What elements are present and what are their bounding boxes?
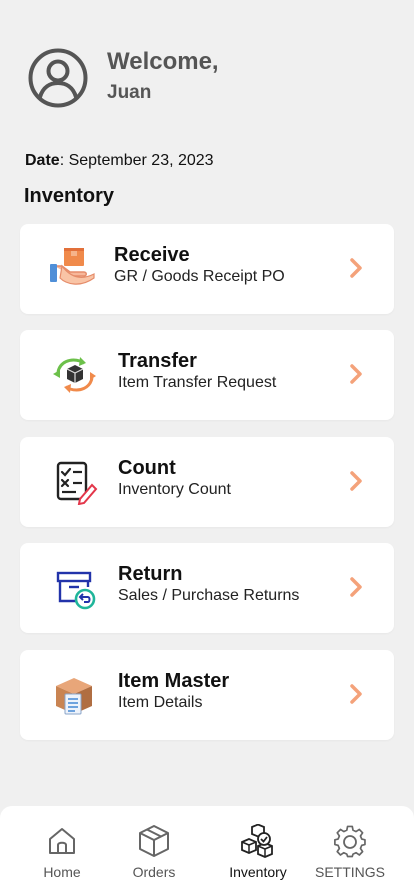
menu-card-subtitle: Item Details [118, 694, 203, 711]
nav-label: Orders [132, 864, 176, 880]
checklist-pencil-icon [56, 461, 98, 505]
chevron-right-icon [350, 471, 362, 491]
user-header: Welcome, Juan [28, 48, 388, 110]
menu-card-count[interactable]: Count Inventory Count [20, 437, 394, 527]
chevron-right-icon [350, 258, 362, 278]
user-name: Juan [107, 82, 152, 103]
date-label: Date [25, 152, 60, 169]
return-box-icon [56, 571, 96, 610]
menu-card-title: Count [118, 457, 176, 479]
nav-item-home[interactable]: Home [12, 806, 112, 896]
date-row: Date: September 23, 2023 [25, 152, 214, 170]
inventory-boxes-icon [241, 824, 273, 858]
nav-label: Inventory [229, 864, 287, 880]
chevron-right-icon [350, 577, 362, 597]
menu-card-subtitle: Sales / Purchase Returns [118, 587, 300, 604]
bottom-nav: Home Orders Inventory SETTINGS [0, 806, 414, 896]
menu-card-title: Receive [114, 244, 190, 266]
chevron-right-icon [350, 364, 362, 384]
receive-box-hand-icon [50, 248, 95, 285]
welcome-text: Welcome, [107, 48, 219, 75]
menu-card-return[interactable]: Return Sales / Purchase Returns [20, 543, 394, 633]
menu-card-title: Item Master [118, 670, 230, 692]
gear-icon [334, 825, 366, 858]
menu-card-receive[interactable]: Receive GR / Goods Receipt PO [20, 224, 394, 314]
menu-card-item-master[interactable]: Item Master Item Details [20, 650, 394, 740]
date-value: : September 23, 2023 [59, 152, 214, 169]
chevron-right-icon [350, 684, 362, 704]
transfer-cycle-icon [53, 357, 96, 393]
menu-card-subtitle: Inventory Count [118, 481, 231, 498]
nav-label: Home [43, 864, 81, 880]
menu-card-subtitle: GR / Goods Receipt PO [114, 268, 285, 285]
nav-item-settings[interactable]: SETTINGS [300, 806, 400, 896]
menu-card-transfer[interactable]: Transfer Item Transfer Request [20, 330, 394, 420]
menu-card-subtitle: Item Transfer Request [118, 374, 277, 391]
home-icon [49, 828, 75, 854]
nav-item-inventory[interactable]: Inventory [208, 806, 308, 896]
menu-card-title: Return [118, 563, 183, 585]
nav-label: SETTINGS [314, 864, 385, 880]
item-box-document-icon [56, 678, 92, 715]
menu-card-title: Transfer [118, 350, 197, 372]
nav-item-orders[interactable]: Orders [104, 806, 204, 896]
box-icon [139, 825, 169, 857]
section-title: Inventory [24, 185, 115, 207]
user-circle-icon[interactable] [28, 48, 88, 108]
